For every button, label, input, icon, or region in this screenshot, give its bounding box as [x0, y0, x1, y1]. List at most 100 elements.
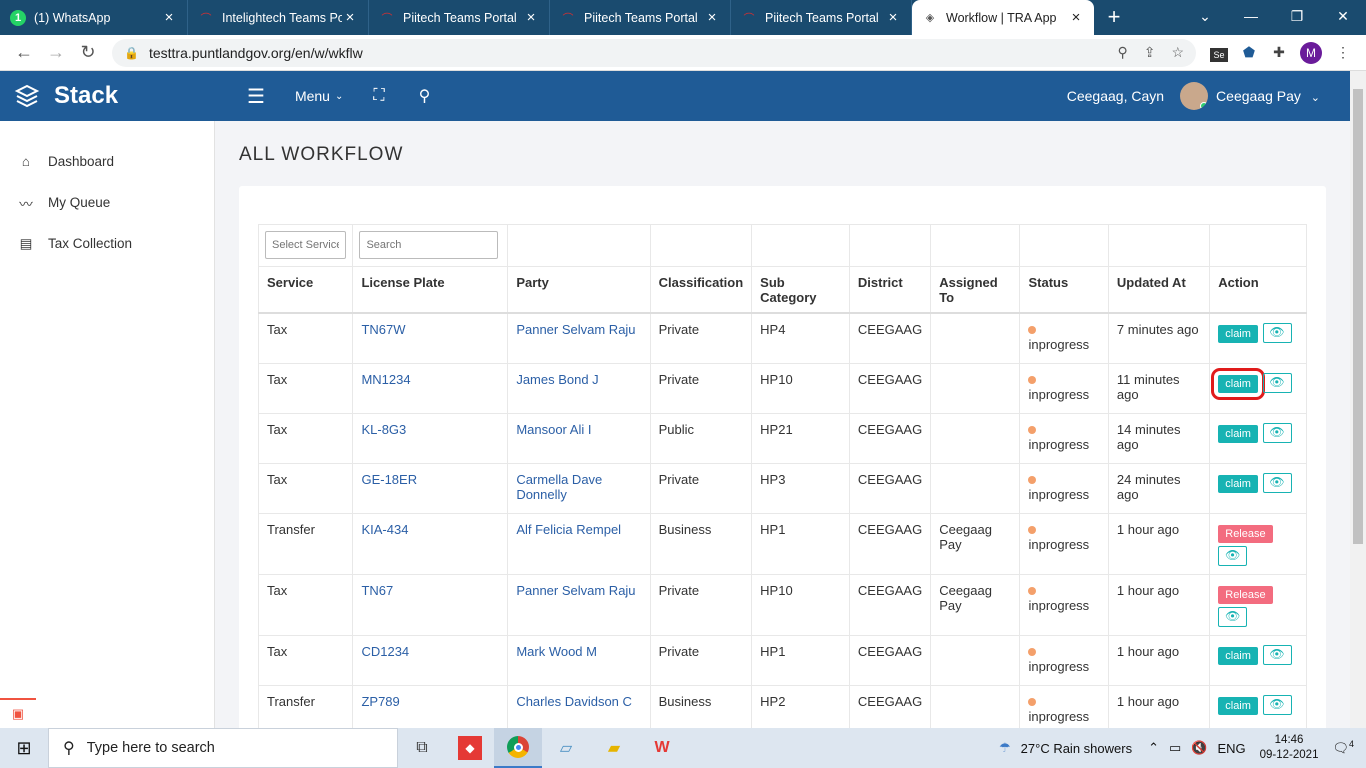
network-icon[interactable]: ▭ [1169, 740, 1181, 756]
menu-dropdown[interactable]: Menu ⌄ [295, 88, 343, 104]
restore-icon[interactable]: ❐ [1274, 0, 1320, 35]
eye-icon[interactable]: 👁 [1218, 545, 1248, 566]
browser-tab[interactable]: 1 (1) WhatsApp × [0, 0, 188, 35]
license-plate-link[interactable]: TN67 [361, 583, 393, 598]
eye-icon[interactable]: 👁 [1262, 422, 1292, 443]
column-header[interactable]: License Plate [352, 266, 509, 314]
close-tab-icon[interactable]: × [161, 9, 177, 26]
notepad-icon[interactable]: ▱ [542, 728, 590, 768]
back-icon[interactable]: ← [8, 42, 40, 63]
sidebar-item-dashboard[interactable]: ⌂ Dashboard [0, 141, 214, 182]
eye-icon[interactable]: 👁 [1218, 606, 1248, 627]
claim-button[interactable]: claim [1218, 424, 1258, 443]
party-link[interactable]: Mark Wood M [516, 644, 597, 659]
language-indicator[interactable]: ENG [1217, 741, 1245, 756]
party-link[interactable]: Panner Selvam Raju [516, 583, 635, 598]
search-icon[interactable]: ⚲ [419, 86, 431, 106]
anydesk-icon[interactable]: ◆ [446, 728, 494, 768]
eye-icon[interactable]: 👁 [1262, 644, 1292, 665]
license-plate-link[interactable]: KIA-434 [361, 522, 408, 537]
column-header[interactable]: District [848, 266, 932, 314]
scrollbar-thumb[interactable] [1353, 89, 1363, 544]
close-window-icon[interactable]: ✕ [1320, 0, 1366, 35]
hamburger-icon[interactable]: ☰ [247, 84, 265, 109]
column-header[interactable]: Updated At [1107, 266, 1211, 314]
claim-button[interactable]: claim [1218, 696, 1258, 715]
eye-icon[interactable]: 👁 [1262, 472, 1292, 493]
bookmark-star-icon[interactable]: ☆ [1171, 44, 1184, 61]
user-avatar[interactable] [1180, 82, 1209, 110]
eye-icon[interactable]: 👁 [1262, 323, 1292, 343]
column-header[interactable]: Sub Category [751, 266, 850, 314]
forward-icon[interactable]: → [40, 42, 72, 63]
browser-menu-icon[interactable]: ⋮ [1328, 44, 1358, 61]
party-link[interactable]: Alf Felicia Rempel [516, 522, 621, 537]
claim-button[interactable]: claim [1211, 367, 1265, 400]
party-link[interactable]: James Bond J [516, 372, 598, 387]
browser-tab[interactable]: ⌒ Piitech Teams Portal × [550, 0, 731, 35]
notification-icon[interactable]: 🗨4 [1332, 739, 1354, 756]
close-tab-icon[interactable]: × [1068, 9, 1084, 26]
task-view-icon[interactable]: ⧉ [398, 728, 446, 768]
share-icon[interactable]: ⇪ [1144, 44, 1156, 61]
brand[interactable]: Stack [0, 82, 215, 110]
release-button[interactable]: Release [1218, 585, 1273, 604]
fullscreen-icon[interactable]: ⛶ [373, 87, 384, 105]
reload-icon[interactable]: ↻ [72, 42, 104, 63]
party-link[interactable]: Charles Davidson C [516, 694, 632, 709]
weather-text[interactable]: 27°C Rain showers [1021, 741, 1132, 756]
column-header[interactable]: Classification [649, 266, 753, 314]
service-select[interactable] [265, 231, 347, 259]
close-tab-icon[interactable]: × [342, 9, 358, 26]
sidebar-item-tax-collection[interactable]: ▤ Tax Collection [0, 223, 214, 264]
license-plate-link[interactable]: ZP789 [361, 694, 399, 709]
new-tab-button[interactable]: + [1094, 0, 1134, 35]
browser-tab[interactable]: ⌒ Piitech Teams Portal × [731, 0, 912, 35]
license-plate-link[interactable]: KL-8G3 [361, 422, 406, 437]
license-plate-link[interactable]: MN1234 [361, 372, 410, 387]
tab-search-icon[interactable]: ⌄ [1182, 0, 1228, 35]
extension-shield-icon[interactable]: ⬟ [1234, 44, 1264, 61]
lock-icon[interactable]: 🔒 [124, 46, 139, 60]
claim-button[interactable]: claim [1218, 325, 1258, 343]
close-tab-icon[interactable]: × [704, 9, 720, 26]
column-header[interactable]: Assigned To [930, 266, 1021, 314]
claim-button[interactable]: claim [1218, 646, 1258, 665]
user-menu[interactable]: Ceegaag Pay ⌄ [1216, 88, 1320, 104]
profile-avatar[interactable]: M [1300, 41, 1322, 64]
license-plate-link[interactable]: CD1234 [361, 644, 409, 659]
license-plate-link[interactable]: TN67W [361, 322, 405, 337]
taskbar-search[interactable]: ⚲ Type here to search [48, 728, 398, 768]
release-button[interactable]: Release [1218, 524, 1273, 543]
eye-icon[interactable]: 👁 [1262, 372, 1292, 393]
claim-button[interactable]: claim [1218, 474, 1258, 493]
party-link[interactable]: Panner Selvam Raju [516, 322, 635, 337]
volume-icon[interactable]: 🔇 [1191, 740, 1207, 756]
tray-chevron-icon[interactable]: ⌃ [1148, 740, 1159, 756]
browser-tab[interactable]: ⌒ Intelightech Teams Portal× [188, 0, 369, 35]
close-tab-icon[interactable]: × [885, 9, 901, 26]
party-link[interactable]: Mansoor Ali I [516, 422, 591, 437]
close-tab-icon[interactable]: × [523, 9, 539, 26]
wps-office-icon[interactable]: W [638, 728, 686, 768]
search-input[interactable] [359, 231, 499, 259]
column-header[interactable]: Party [507, 266, 651, 314]
column-header[interactable]: Service [257, 266, 354, 314]
party-link[interactable]: Carmella Dave Donnelly [516, 472, 602, 502]
url-field[interactable]: 🔒 testtra.puntlandgov.org/en/w/wkflw ⚲ ⇪… [112, 38, 1196, 67]
license-plate-link[interactable]: GE-18ER [361, 472, 417, 487]
column-header[interactable]: Status [1019, 266, 1109, 314]
browser-tab[interactable]: ⌒ Piitech Teams Portal × [369, 0, 550, 35]
column-header[interactable]: Action [1209, 266, 1307, 314]
chrome-icon[interactable] [494, 728, 542, 768]
weather-icon[interactable]: ☂ [999, 740, 1011, 756]
eye-icon[interactable]: 👁 [1262, 694, 1292, 715]
clock[interactable]: 14:46 09-12-2021 [1260, 733, 1319, 763]
zoom-icon[interactable]: ⚲ [1117, 44, 1127, 61]
selenium-extension-icon[interactable]: Se [1204, 45, 1234, 62]
windows-start-icon[interactable]: ⊞ [0, 738, 48, 759]
minimize-icon[interactable]: — [1228, 0, 1274, 35]
page-scrollbar[interactable] [1350, 71, 1366, 728]
browser-tab[interactable]: ◈ Workflow | TRA App × [912, 0, 1094, 35]
laravel-debug-icon[interactable]: ▣ [0, 698, 36, 728]
